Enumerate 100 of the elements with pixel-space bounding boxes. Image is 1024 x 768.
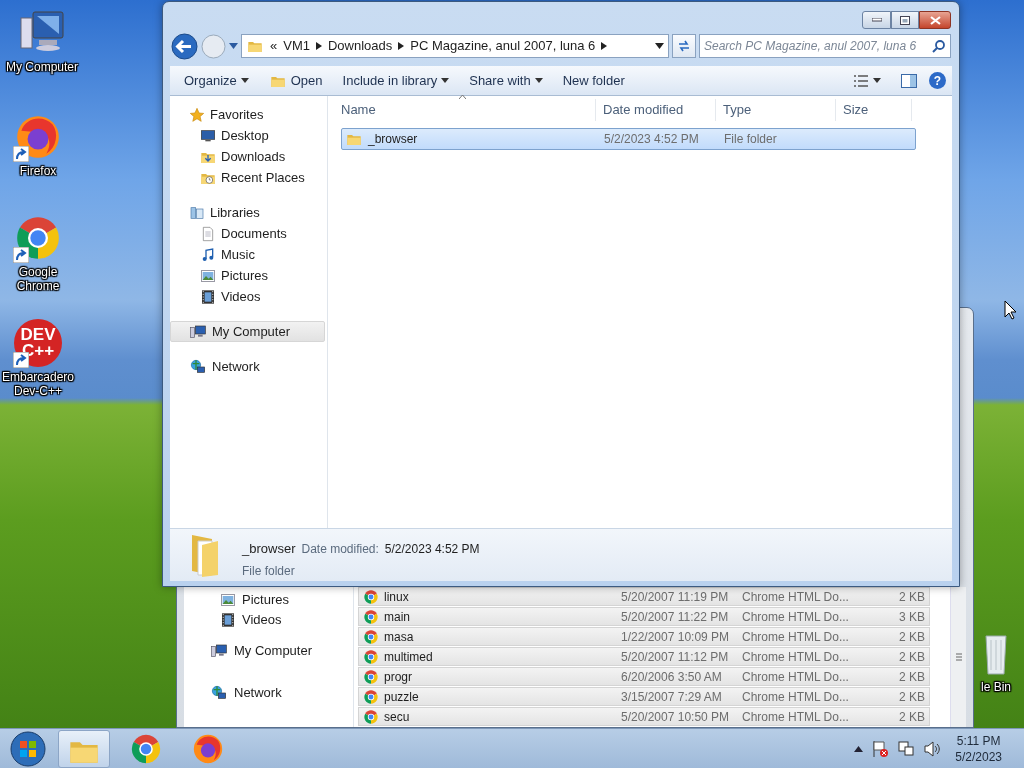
nav-item[interactable]: Downloads — [170, 146, 325, 167]
network-icon — [210, 685, 228, 701]
toolbar-button[interactable]: New folder — [554, 68, 633, 93]
logo-text: DEV — [20, 327, 56, 343]
breadcrumb-arrow-icon[interactable] — [398, 42, 405, 50]
file-name: secu — [359, 707, 621, 726]
caret-icon — [240, 78, 249, 83]
clock-date[interactable]: 5/2/2023 — [955, 748, 1002, 765]
nav-item[interactable]: Documents — [170, 223, 325, 244]
details-type: File folder — [242, 562, 296, 580]
flag-icon[interactable] — [871, 739, 890, 758]
nav-item[interactable]: Videos — [170, 286, 325, 307]
refresh-button[interactable] — [672, 34, 696, 58]
toolbar-button[interactable]: Include in library — [334, 68, 458, 93]
details-value: 5/2/2023 4:52 PM — [384, 541, 480, 558]
date-cell-text: 1/22/2007 10:09 PM — [621, 628, 731, 646]
minimize-icon — [871, 18, 882, 22]
breadcrumb[interactable]: VM1 — [283, 36, 310, 56]
breadcrumb[interactable]: PC Magazine, anul 2007, luna 6 — [410, 36, 596, 56]
file-name: main — [359, 607, 621, 626]
network-icon — [189, 358, 207, 375]
help-button[interactable]: ? — [929, 72, 946, 89]
caret-icon — [441, 78, 450, 83]
clock-time[interactable]: 5:11 PM — [955, 732, 1002, 749]
computer-icon — [210, 643, 228, 659]
maximize-button[interactable] — [891, 11, 919, 29]
nav-item[interactable]: My Computer — [170, 321, 325, 342]
file-row[interactable]: linux 5/20/2007 11:19 PM Chrome HTML Do... 2 KB — [358, 587, 930, 606]
column-header[interactable]: Size — [836, 99, 912, 121]
desktop-icon-label[interactable]: le Bin — [981, 680, 1011, 694]
grip-icon — [954, 652, 963, 662]
search-icon — [932, 39, 946, 53]
search-field[interactable]: Search PC Magazine, anul 2007, luna 6 — [699, 34, 951, 58]
ring-logo-icon — [363, 628, 379, 645]
type-cell-text: Chrome HTML Do... — [742, 708, 850, 726]
type-cell-text: Chrome HTML Do... — [742, 668, 850, 686]
address-bar[interactable]: « VM1 Downloads PC Magazine, anul 2007, luna 6 — [241, 34, 669, 58]
toolbar-button[interactable]: Open — [260, 68, 331, 93]
back-button[interactable] — [171, 32, 198, 60]
network-icon[interactable] — [897, 739, 916, 758]
nav-item[interactable]: Desktop — [170, 125, 325, 146]
file-name: puzzle — [359, 687, 621, 706]
pictures-icon — [220, 592, 236, 608]
file-row[interactable]: multimed 5/20/2007 11:12 PM Chrome HTML Do... 2 KB — [358, 647, 930, 666]
file-row[interactable]: main 5/20/2007 11:22 PM Chrome HTML Do... 3 KB — [358, 607, 930, 626]
file-row[interactable]: puzzle 3/15/2007 7:29 AM Chrome HTML Do... 2 KB — [358, 687, 930, 706]
details-label: Date modified: — [301, 541, 379, 558]
column-header[interactable]: Type — [716, 99, 836, 121]
library-icon — [189, 204, 205, 221]
videos-icon — [200, 288, 216, 305]
nav-item[interactable]: Pictures — [184, 590, 353, 610]
nav-item[interactable]: Videos — [184, 610, 353, 630]
overflow-chevron[interactable]: « — [270, 36, 278, 56]
ring-logo-icon — [363, 688, 379, 705]
column-header[interactable]: Name — [334, 99, 596, 121]
breadcrumb[interactable]: Downloads — [327, 36, 393, 56]
file-name: _browser — [342, 130, 604, 148]
breadcrumb-arrow-icon[interactable] — [315, 42, 322, 50]
nav-item[interactable]: Network — [170, 356, 325, 377]
ring-logo-icon — [363, 608, 379, 625]
nav-item[interactable]: Music — [170, 244, 325, 265]
file-row[interactable]: _browser 5/2/2023 4:52 PM File folder — [341, 128, 916, 150]
size-cell-text: 3 KB — [898, 608, 926, 626]
toolbar-button[interactable]: Organize — [176, 68, 257, 93]
file-row[interactable]: secu 5/20/2007 10:50 PM Chrome HTML Do... 2 KB — [358, 707, 930, 726]
nav-item[interactable]: Favorites — [170, 104, 325, 125]
close-icon — [929, 15, 941, 25]
file-row[interactable]: progr 6/20/2006 3:50 AM Chrome HTML Do... 2 KB — [358, 667, 930, 686]
size-cell-text: 2 KB — [898, 668, 926, 686]
date-cell-text: 5/20/2007 10:50 PM — [621, 708, 731, 726]
nav-item[interactable]: Network — [184, 683, 353, 703]
ring-logo-icon — [363, 588, 379, 605]
size-cell-text: 2 KB — [898, 648, 926, 666]
nav-item[interactable]: Pictures — [170, 265, 325, 286]
column-header[interactable]: Date modified — [596, 99, 716, 121]
file-name: progr — [359, 667, 621, 686]
file-row[interactable]: masa 1/22/2007 10:09 PM Chrome HTML Do... 2 KB — [358, 627, 930, 646]
desktop-icon — [200, 127, 216, 144]
dropdown-caret-icon[interactable] — [655, 43, 664, 49]
type-cell-text: Chrome HTML Do... — [742, 608, 850, 626]
breadcrumb-arrow-icon[interactable] — [601, 42, 608, 50]
date-cell-text: 5/20/2007 11:19 PM — [621, 588, 730, 606]
file-name: masa — [359, 627, 621, 646]
ring-logo-icon — [363, 648, 379, 665]
date-cell-text: 5/2/2023 4:52 PM — [604, 131, 700, 148]
toolbar-button[interactable]: Share with — [461, 68, 551, 93]
scrollbar[interactable] — [950, 587, 966, 727]
type-cell-text: Chrome HTML Do... — [742, 688, 850, 706]
close-button[interactable] — [919, 11, 951, 29]
nav-item[interactable]: Recent Places — [170, 167, 325, 188]
desktop-icon-label[interactable]: My Computer — [6, 60, 78, 74]
nav-item[interactable]: Libraries — [170, 202, 325, 223]
date-cell-text: 5/20/2007 11:12 PM — [621, 648, 730, 666]
speaker-icon[interactable] — [923, 739, 942, 758]
chevron-up-icon[interactable] — [854, 745, 864, 752]
size-cell-text: 2 KB — [898, 628, 926, 646]
ring-logo-icon — [363, 708, 379, 725]
caret-icon — [534, 78, 543, 83]
nav-item[interactable]: My Computer — [184, 641, 353, 661]
type-cell-text: Chrome HTML Do... — [742, 628, 850, 646]
